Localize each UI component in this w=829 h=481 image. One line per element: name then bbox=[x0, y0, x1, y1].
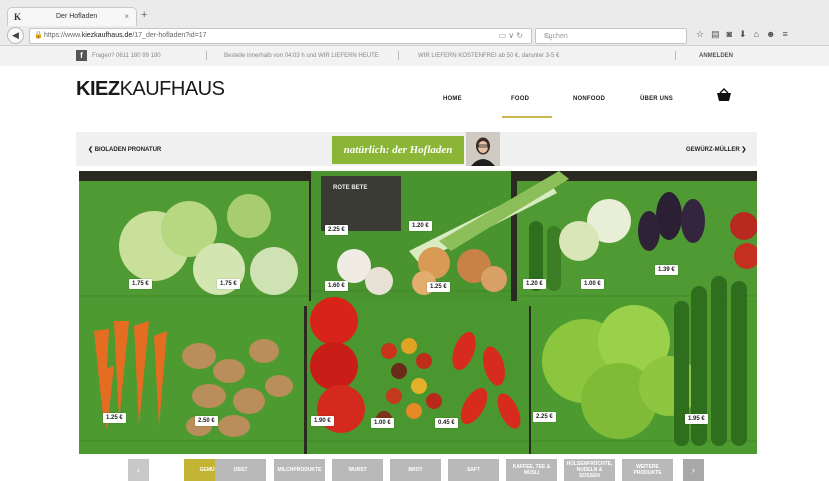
chevron-right-icon: ❯ bbox=[739, 147, 747, 153]
bag-label: ROTE BETE bbox=[333, 185, 368, 191]
site-logo[interactable]: KIEZKAUFHAUS bbox=[76, 78, 225, 101]
price-tag: 2.25 € bbox=[533, 412, 556, 422]
browser-chrome: K Der Hofladen × + ◀ 🔒 https://www.kiezk… bbox=[0, 0, 829, 46]
active-nav-indicator bbox=[502, 116, 552, 118]
nav-food[interactable]: FOOD bbox=[511, 96, 529, 102]
category-kaffee-tee-muesli[interactable]: KAFFEE, TEE & MÜSLI bbox=[506, 459, 557, 481]
category-weitere-produkte[interactable]: WEITERE PRODUKTE bbox=[622, 459, 673, 481]
divider bbox=[398, 51, 399, 60]
current-shop-banner: natürlich: der Hofladen bbox=[332, 136, 464, 164]
next-shop-link[interactable]: GEWÜRZ-MÜLLER ❯ bbox=[686, 146, 746, 153]
divider bbox=[675, 51, 676, 60]
back-button[interactable]: ◀ bbox=[7, 27, 24, 44]
category-huelsenfruechte[interactable]: HÜLSENFRÜCHTE, NUDELN & SOSSEN bbox=[564, 459, 615, 481]
price-tag: 1.25 € bbox=[427, 282, 450, 292]
price-tag: 2.50 € bbox=[195, 416, 218, 426]
address-bar[interactable]: 🔒 https://www.kiezkaufhaus.de/17_der-hof… bbox=[29, 28, 532, 44]
price-tag: 1.95 € bbox=[685, 414, 708, 424]
price-tag: 1.90 € bbox=[311, 416, 334, 426]
facebook-icon[interactable]: f bbox=[76, 50, 87, 61]
price-tag: 0.45 € bbox=[435, 418, 458, 428]
top-info-bar: f Fragen? 0611 180 99 180 Bestelle inner… bbox=[0, 46, 829, 66]
price-tag: 1.00 € bbox=[371, 418, 394, 428]
browser-tab[interactable]: K Der Hofladen × bbox=[7, 7, 137, 26]
price-tag: 2.25 € bbox=[325, 225, 348, 235]
nav-home[interactable]: HOME bbox=[443, 96, 462, 102]
category-wurst[interactable]: WURST bbox=[332, 459, 383, 481]
divider bbox=[206, 51, 207, 60]
login-link[interactable]: ANMELDEN bbox=[699, 53, 733, 59]
category-brot[interactable]: BROT bbox=[390, 459, 441, 481]
price-tag: 1.20 € bbox=[409, 221, 432, 231]
price-tag: 1.00 € bbox=[581, 279, 604, 289]
category-next-button[interactable]: › bbox=[683, 459, 704, 481]
shop-owner-avatar bbox=[466, 132, 500, 166]
category-obst[interactable]: OBST bbox=[215, 459, 266, 481]
price-tag: 1.20 € bbox=[523, 279, 546, 289]
browser-search-input[interactable]: 🔍︎ Suchen bbox=[535, 28, 687, 44]
price-tag: 1.75 € bbox=[129, 279, 152, 289]
delivery-text: Bestelle innerhalb von 04:03 h und WIR L… bbox=[224, 53, 379, 59]
price-tag: 1.75 € bbox=[217, 279, 240, 289]
previous-shop-link[interactable]: ❮ BIOLADEN PRONATUR bbox=[88, 146, 161, 153]
price-tag: 1.39 € bbox=[655, 265, 678, 275]
lock-icon: 🔒 bbox=[34, 32, 43, 39]
shopping-basket-icon[interactable] bbox=[716, 88, 732, 102]
toolbar-icons[interactable]: ☆▤◙⬇⌂☻≡ bbox=[696, 29, 795, 40]
price-tag: 1.60 € bbox=[325, 281, 348, 291]
url-text: https://www.kiezkaufhaus.de/17_der-hofla… bbox=[44, 32, 207, 39]
category-milchprodukte[interactable]: MILCHPRODUKTE bbox=[274, 459, 325, 481]
nav-nonfood[interactable]: NONFOOD bbox=[573, 96, 605, 102]
price-tag: 1.25 € bbox=[103, 413, 126, 423]
close-tab-icon[interactable]: × bbox=[124, 12, 129, 21]
reload-icon[interactable]: ▭ ∨ ↻ bbox=[498, 31, 523, 40]
site-favicon-icon: K bbox=[14, 12, 22, 22]
category-saft[interactable]: SAFT bbox=[448, 459, 499, 481]
tab-title: Der Hofladen bbox=[56, 13, 98, 20]
url-row: ◀ 🔒 https://www.kiezkaufhaus.de/17_der-h… bbox=[0, 25, 829, 45]
hero-vegetable-image: 2.25 € 1.20 € 1.75 € 1.75 € 1.60 € 1.25 … bbox=[79, 171, 757, 454]
nav-ueber-uns[interactable]: ÜBER UNS bbox=[640, 96, 673, 102]
free-delivery-text: WIR LIEFERN KOSTENFREI ab 50 €, darunter… bbox=[418, 53, 560, 59]
chevron-left-icon: ❮ bbox=[88, 147, 95, 153]
category-prev-button[interactable]: ‹ bbox=[128, 459, 149, 481]
vegetable-crates-illustration bbox=[79, 171, 757, 454]
phone-text: Fragen? 0611 180 99 180 bbox=[92, 53, 161, 59]
new-tab-button[interactable]: + bbox=[141, 9, 147, 21]
